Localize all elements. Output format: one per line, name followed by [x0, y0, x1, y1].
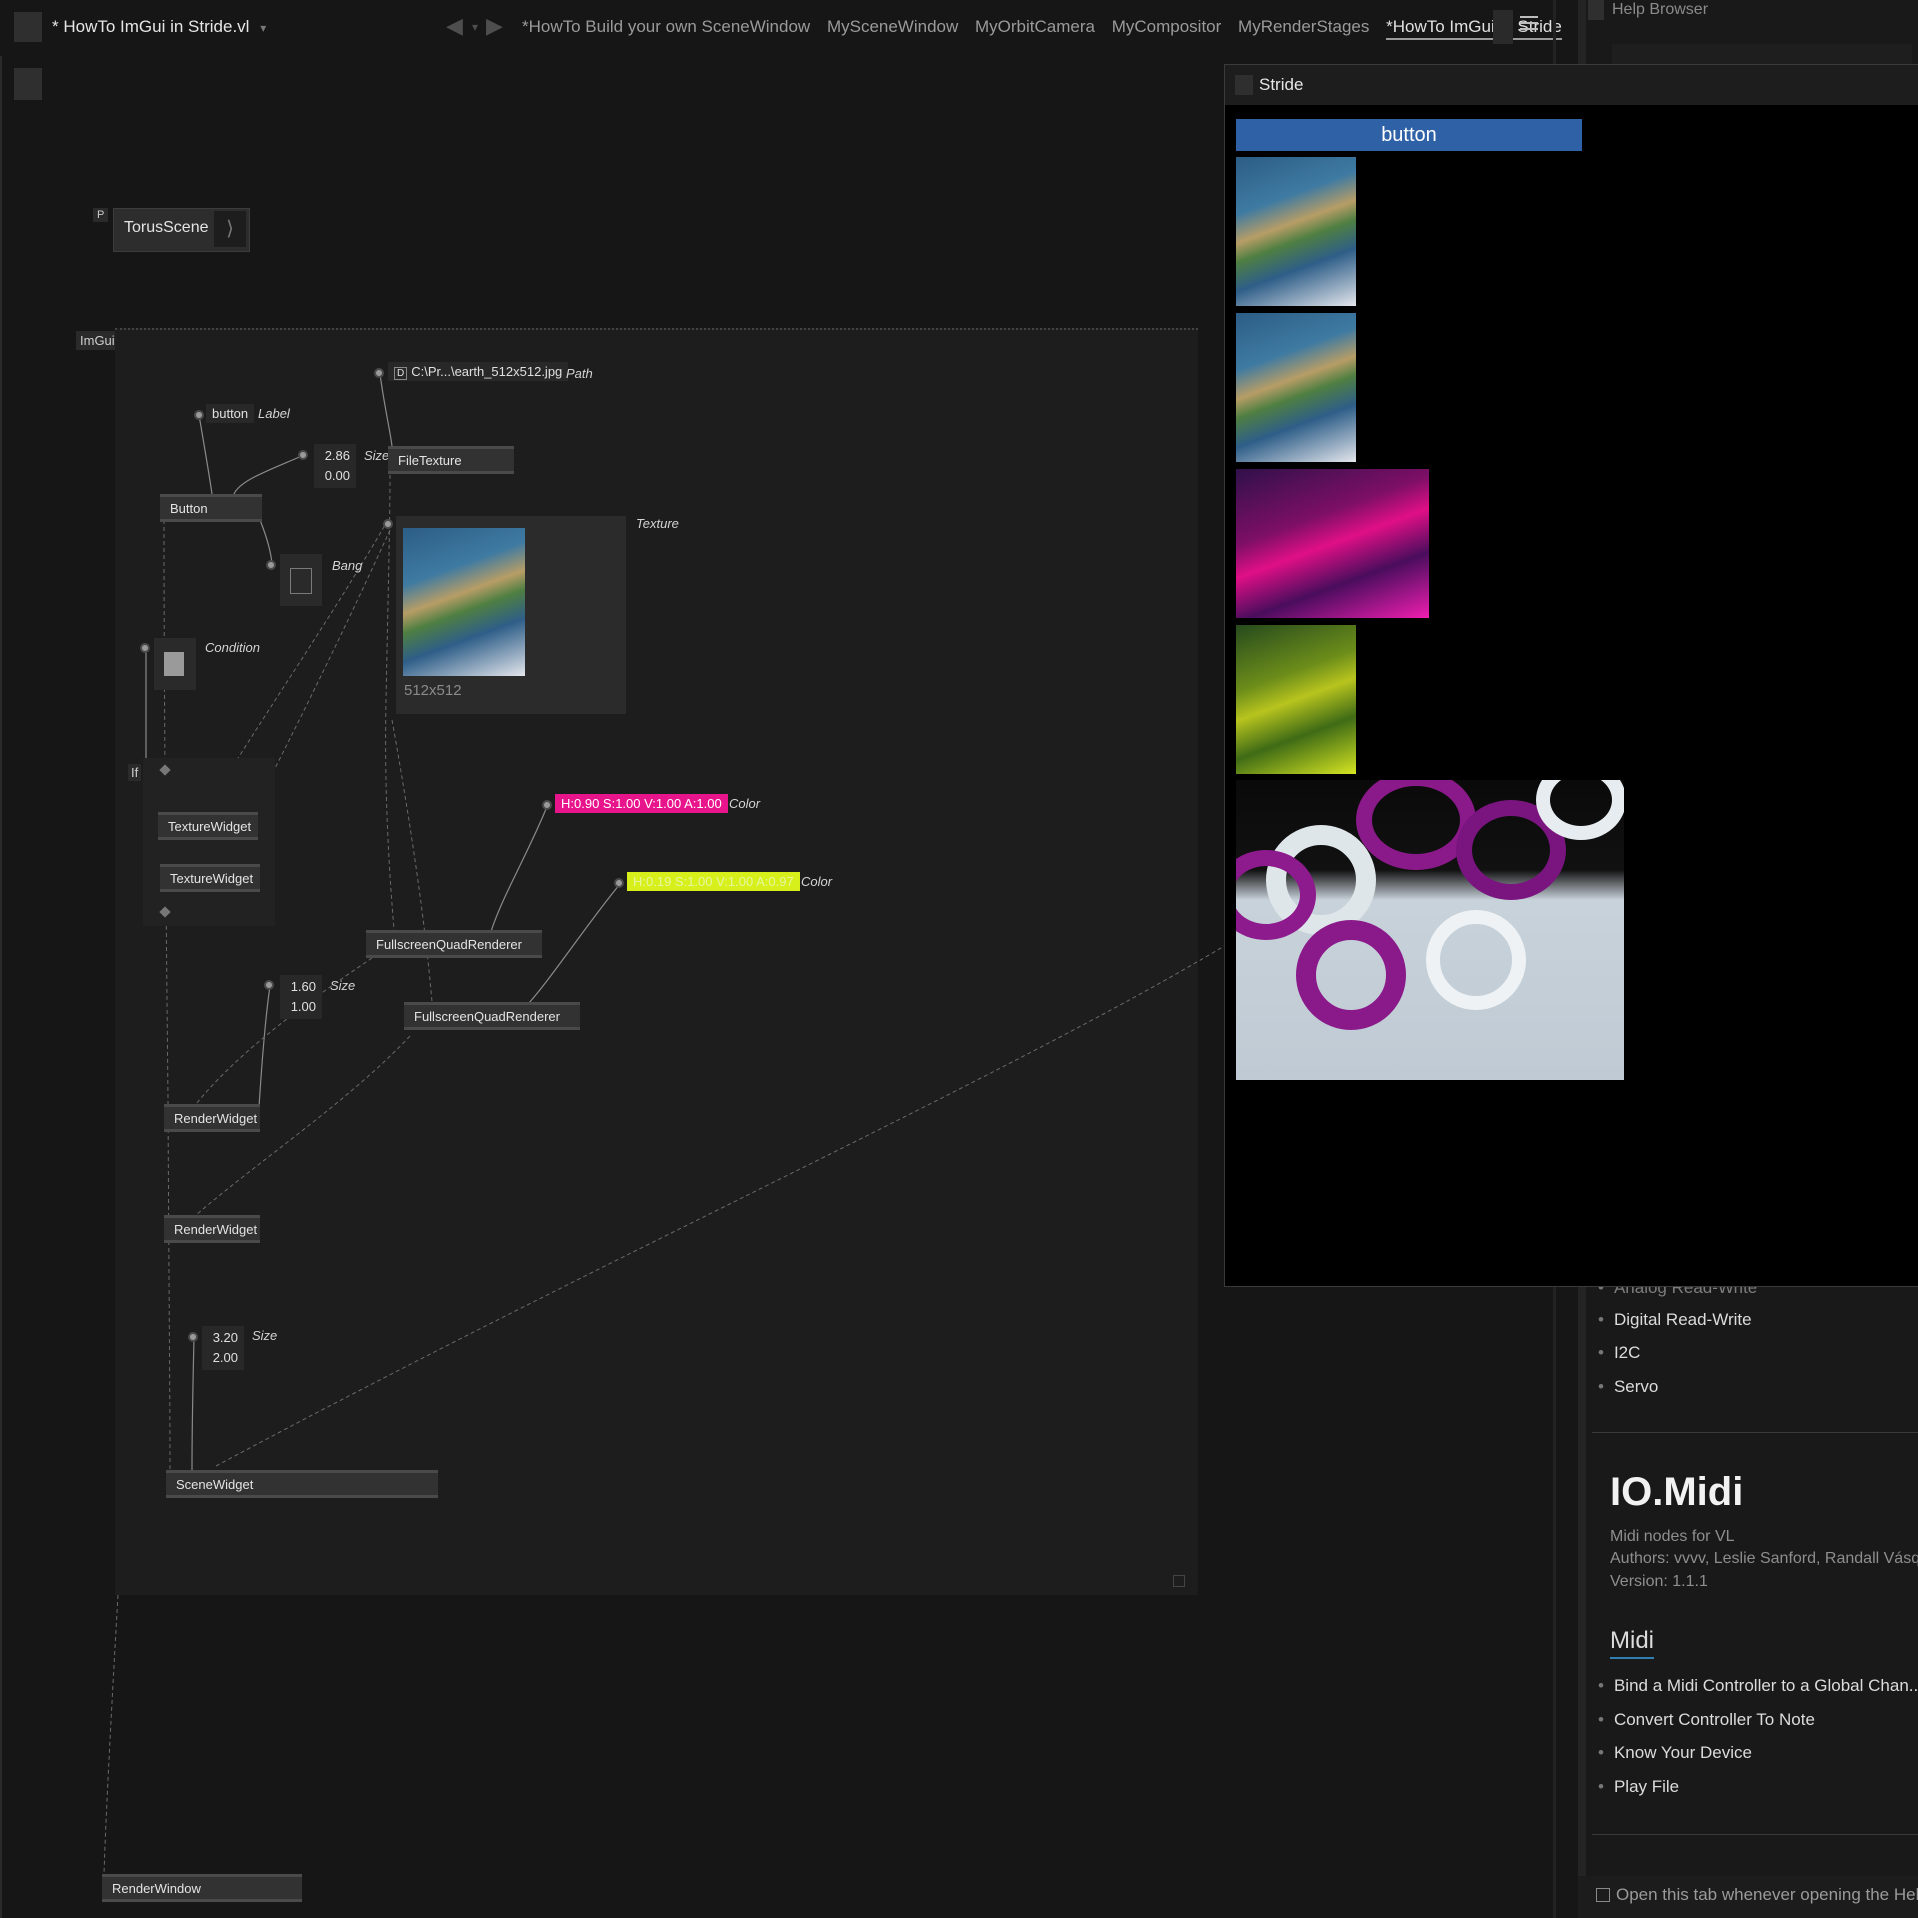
size3-y[interactable]: 2.00 — [208, 1348, 238, 1368]
texture-preview-box[interactable]: 512x512 — [396, 516, 626, 714]
texture-label: Texture — [636, 516, 679, 531]
path-iobox[interactable]: D C:\Pr...\earth_512x512.jpg — [388, 362, 569, 381]
fullscreenquad-node-2[interactable]: FullscreenQuadRenderer — [404, 1002, 580, 1030]
color1-label: Color — [729, 796, 761, 811]
button-node[interactable]: Button — [160, 494, 262, 522]
condition-square[interactable] — [164, 652, 184, 676]
link-texture-fsq1[interactable] — [385, 474, 395, 931]
imgui-texture-2 — [1236, 313, 1356, 462]
size2-x[interactable]: 1.60 — [286, 977, 316, 997]
link-region-renderwindow[interactable] — [103, 1594, 119, 1875]
link-scene-stride[interactable] — [215, 944, 1227, 1467]
link-label-button[interactable] — [198, 414, 213, 495]
condition-toggle[interactable] — [154, 638, 196, 690]
file-icon[interactable]: D — [394, 367, 408, 380]
filetexture-node[interactable]: FileTexture — [388, 446, 514, 474]
texturewidget-node-1[interactable]: TextureWidget — [158, 812, 258, 840]
condition-pin[interactable] — [140, 643, 150, 653]
size3-x[interactable]: 3.20 — [208, 1328, 238, 1348]
texture-size-label: 512x512 — [404, 682, 462, 699]
imgui-render-magenta — [1236, 469, 1429, 618]
earth-thumbnail — [403, 528, 525, 676]
label-iobox[interactable]: button — [206, 404, 254, 423]
size1-pin[interactable] — [298, 450, 308, 460]
size1-label: Size — [364, 448, 390, 463]
texture-pin[interactable] — [383, 519, 393, 529]
stride-window[interactable]: Stride button — [1224, 64, 1918, 1287]
link-size2-render1[interactable] — [258, 985, 271, 1108]
size3-label: Size — [252, 1328, 278, 1343]
bang-square[interactable] — [290, 568, 312, 594]
size2-y[interactable]: 1.00 — [286, 997, 316, 1017]
condition-label: Condition — [205, 640, 260, 655]
renderwidget-node-2[interactable]: RenderWidget — [164, 1215, 260, 1243]
color2-label: Color — [801, 874, 833, 889]
color1-iobox[interactable]: H:0.90 S:1.00 V:1.00 A:1.00 — [555, 794, 728, 813]
link-size-button[interactable] — [233, 454, 305, 495]
renderwindow-node[interactable]: RenderWindow — [102, 1874, 302, 1902]
if-region[interactable] — [143, 758, 275, 926]
path-label: Path — [566, 366, 593, 381]
if-region-label: If — [128, 764, 142, 781]
stride-window-icon — [1235, 75, 1253, 95]
imgui-render-yellow — [1236, 625, 1356, 774]
link-texture-fsq2[interactable] — [391, 719, 433, 1003]
torus-shape — [1426, 910, 1526, 1010]
scenewidget-node[interactable]: SceneWidget — [166, 1470, 438, 1498]
color2-pin[interactable] — [614, 878, 624, 888]
bang-label: Bang — [332, 558, 363, 573]
link-path-filetexture[interactable] — [379, 373, 393, 447]
renderwidget-node-1[interactable]: RenderWidget — [164, 1104, 260, 1132]
torus-shape — [1296, 920, 1406, 1030]
path-pin[interactable] — [374, 368, 384, 378]
color2-iobox[interactable]: H:0.19 S:1.00 V:1.00 A:0.97 — [627, 872, 800, 891]
label-pin[interactable] — [194, 410, 204, 420]
fullscreenquad-node-1[interactable]: FullscreenQuadRenderer — [366, 930, 542, 958]
imgui-button[interactable]: button — [1236, 119, 1582, 151]
bang-iobox[interactable] — [280, 554, 322, 606]
size1-y[interactable]: 0.00 — [320, 466, 350, 486]
color1-pin[interactable] — [542, 800, 552, 810]
size1-x[interactable]: 2.86 — [320, 446, 350, 466]
texturewidget-node-2[interactable]: TextureWidget — [160, 864, 260, 892]
path-value: C:\Pr...\earth_512x512.jpg — [411, 364, 563, 379]
size3-iobox[interactable]: 3.20 2.00 — [202, 1326, 244, 1370]
imgui-scene-view[interactable] — [1236, 780, 1624, 1080]
link-size3-scene[interactable] — [191, 1337, 195, 1471]
stride-titlebar[interactable]: Stride — [1225, 65, 1918, 105]
size2-iobox[interactable]: 1.60 1.00 — [280, 975, 322, 1019]
stride-title: Stride — [1259, 75, 1304, 94]
size2-pin[interactable] — [264, 980, 274, 990]
size2-label: Size — [330, 978, 356, 993]
bang-pin[interactable] — [266, 560, 276, 570]
link-color1-fsq1[interactable] — [489, 803, 549, 936]
imgui-texture-1 — [1236, 157, 1356, 306]
label-label: Label — [258, 406, 290, 421]
size3-pin[interactable] — [188, 1332, 198, 1342]
size1-iobox[interactable]: 2.86 0.00 — [314, 444, 356, 488]
